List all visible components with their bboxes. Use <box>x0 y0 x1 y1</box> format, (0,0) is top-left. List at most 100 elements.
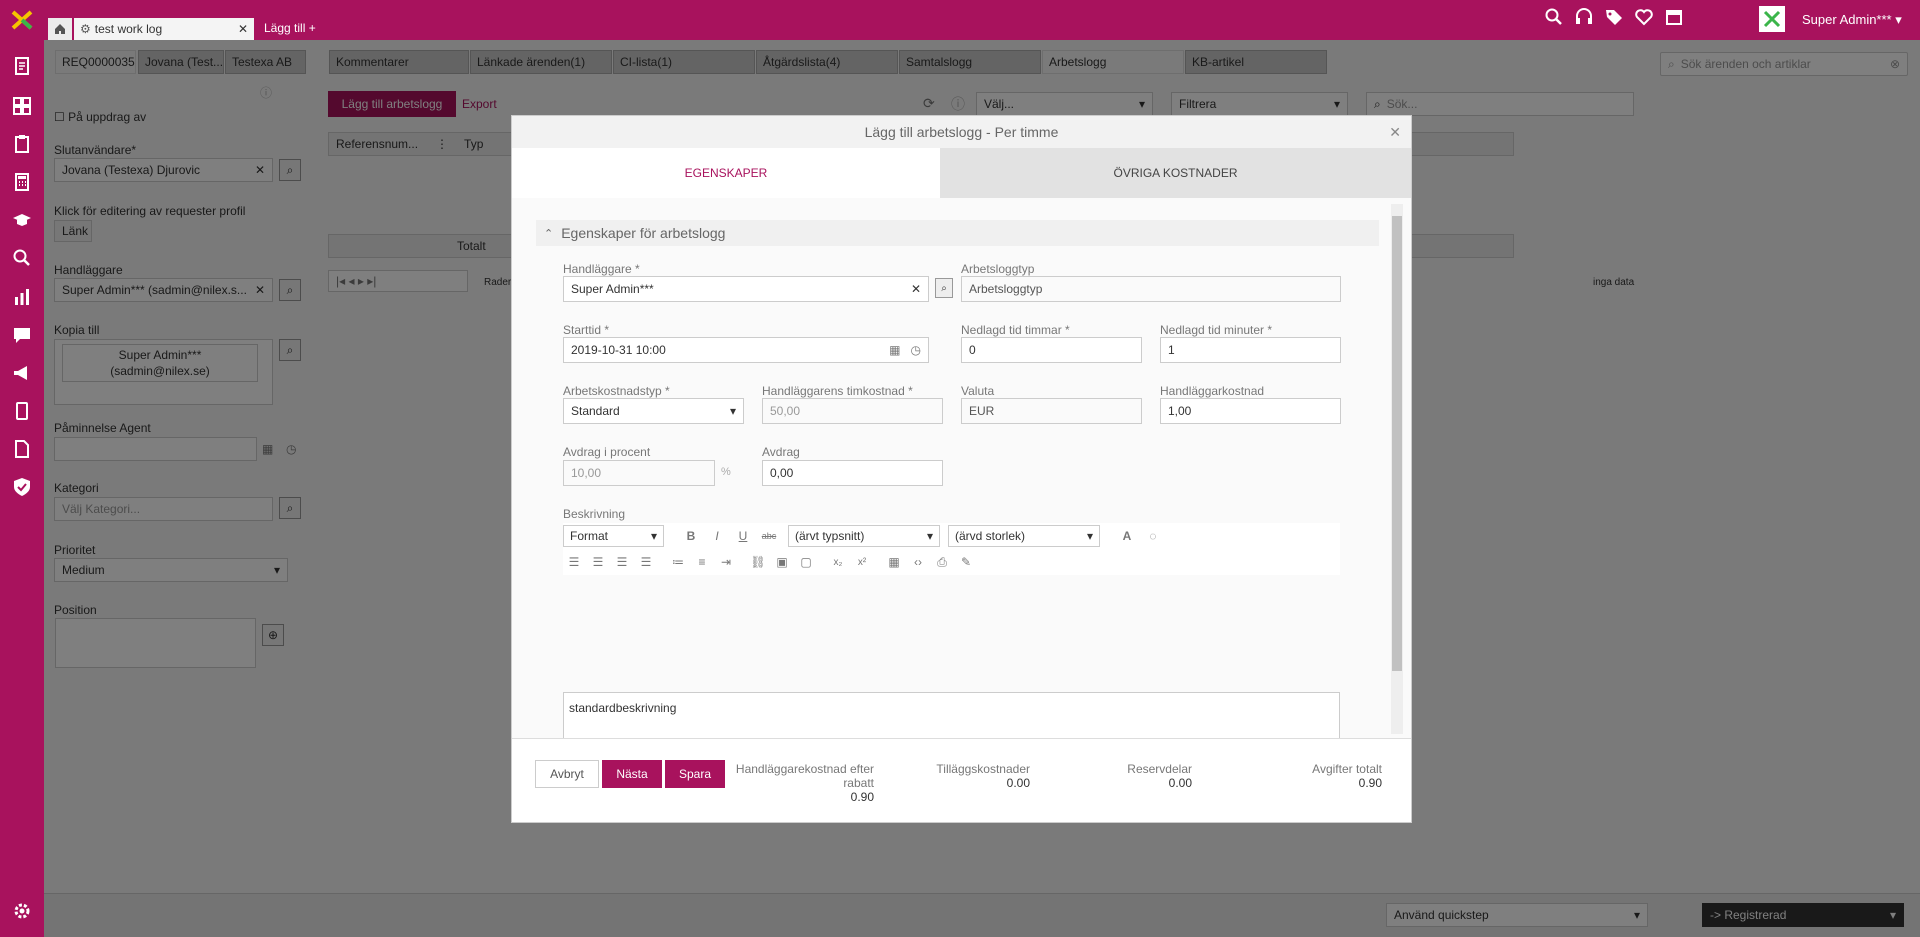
numbered-list-icon[interactable]: ≡ <box>691 551 713 573</box>
calendar-icon[interactable]: ▦ <box>889 343 900 357</box>
worklog-type-field[interactable]: Arbetsloggtyp <box>961 276 1341 302</box>
home-tab-icon[interactable] <box>48 18 72 40</box>
settings-gear-icon[interactable] <box>9 898 35 924</box>
tab-title: test work log <box>94 22 163 36</box>
close-icon[interactable]: ✕ <box>1389 124 1401 141</box>
add-tab-button[interactable]: Lägg till + <box>264 21 316 35</box>
tab-test-work-log[interactable]: ⚙ test work log ✕ <box>74 18 254 40</box>
megaphone-icon[interactable] <box>9 360 35 386</box>
dialog-footer: Avbryt Nästa Spara Handläggarekostnad ef… <box>512 738 1411 822</box>
settings-small-icon: ⚙ <box>80 22 91 36</box>
left-nav <box>0 40 44 937</box>
align-left-icon[interactable]: ☰ <box>563 551 585 573</box>
graduation-cap-icon[interactable] <box>9 207 35 233</box>
currency-field: EUR <box>961 398 1142 424</box>
search-icon[interactable] <box>1544 6 1564 28</box>
discount-percent-label: Avdrag i procent <box>563 445 651 459</box>
discount-label: Avdrag <box>762 445 800 459</box>
handler-field[interactable]: Super Admin*** ✕ <box>563 276 929 302</box>
link-icon[interactable]: ⛓ <box>747 551 769 573</box>
shield-check-icon[interactable] <box>9 474 35 500</box>
print-icon[interactable]: ⎙ <box>931 551 953 573</box>
format-select[interactable]: Format ▾ <box>563 525 664 547</box>
save-button[interactable]: Spara <box>665 760 725 788</box>
calculator-icon[interactable] <box>9 169 35 195</box>
dialog-body: ⌃ Egenskaper för arbetslogg Handläggare *… <box>512 198 1411 738</box>
superscript-icon[interactable]: x² <box>851 551 873 573</box>
code-icon[interactable]: ‹› <box>907 551 929 573</box>
size-select[interactable]: (ärvd storlek) ▾ <box>948 525 1100 547</box>
chevron-up-icon: ⌃ <box>544 227 554 240</box>
clear-icon[interactable]: ✕ <box>911 282 921 296</box>
tag-icon[interactable] <box>1604 6 1624 28</box>
subscript-icon[interactable]: x₂ <box>827 551 849 573</box>
discount-input[interactable]: 0,00 <box>762 460 943 486</box>
description-label: Beskrivning <box>563 507 626 521</box>
handler-cost-label: Handläggarkostnad <box>1160 384 1265 398</box>
scrollbar[interactable] <box>1391 204 1403 734</box>
table-icon[interactable]: ▦ <box>883 551 905 573</box>
text-color-icon[interactable]: A <box>1116 525 1138 547</box>
align-justify-icon[interactable]: ☰ <box>635 551 657 573</box>
font-select[interactable]: (ärvt typsnitt) ▾ <box>788 525 940 547</box>
handler-label: Handläggare * <box>563 262 640 276</box>
tab-properties[interactable]: EGENSKAPER <box>512 148 940 198</box>
file-icon[interactable] <box>9 436 35 462</box>
section-header[interactable]: ⌃ Egenskaper för arbetslogg <box>536 220 1379 246</box>
underline-icon[interactable]: U <box>732 525 754 547</box>
image-icon[interactable]: ▣ <box>771 551 793 573</box>
app-logo-icon[interactable] <box>8 8 36 32</box>
clock-icon[interactable]: ◷ <box>911 343 921 357</box>
background-color-icon[interactable]: ◌ <box>1142 525 1164 547</box>
hourly-cost-field: 50,00 <box>762 398 943 424</box>
add-worklog-dialog: Lägg till arbetslogg - Per timme ✕ EGENS… <box>511 115 1412 823</box>
discount-percent-field: 10,00 <box>563 460 715 486</box>
handler-cost-after-discount: Handläggarekostnad efter rabatt 0.90 <box>735 762 874 804</box>
chat-icon[interactable] <box>9 322 35 348</box>
avatar[interactable] <box>1759 6 1785 32</box>
minutes-input[interactable]: 1 <box>1160 337 1341 363</box>
document-icon[interactable] <box>9 53 35 79</box>
user-menu[interactable]: Super Admin*** ▾ <box>1802 12 1902 28</box>
headset-icon[interactable] <box>1574 6 1594 28</box>
top-icon-bar <box>1544 6 1684 28</box>
bar-chart-icon[interactable] <box>9 284 35 310</box>
search-nav-icon[interactable] <box>9 245 35 271</box>
cost-type-select[interactable]: Standard ▾ <box>563 398 744 424</box>
percent-sign: % <box>721 466 731 478</box>
clipboard-icon[interactable] <box>9 131 35 157</box>
indent-icon[interactable]: ⇥ <box>715 551 737 573</box>
top-bar: ⚙ test work log ✕ Lägg till + Super Admi… <box>0 0 1920 40</box>
cost-type-label: Arbetskostnadstyp * <box>563 384 670 398</box>
hours-input[interactable]: 0 <box>961 337 1142 363</box>
heart-icon[interactable] <box>1634 6 1654 28</box>
dialog-title: Lägg till arbetslogg - Per timme <box>512 116 1411 148</box>
handler-cost-input[interactable]: 1,00 <box>1160 398 1341 424</box>
paste-icon[interactable]: ▢ <box>795 551 817 573</box>
currency-label: Valuta <box>961 384 995 398</box>
bullet-list-icon[interactable]: ≔ <box>667 551 689 573</box>
tab-other-costs[interactable]: ÖVRIGA KOSTNADER <box>940 148 1411 198</box>
dashboard-icon[interactable] <box>9 93 35 119</box>
minutes-label: Nedlagd tid minuter * <box>1160 323 1273 337</box>
spare-parts: Reservdelar 0.00 <box>1127 762 1192 790</box>
start-time-label: Starttid * <box>563 323 610 337</box>
italic-icon[interactable]: I <box>706 525 728 547</box>
worklog-type-label: Arbetsloggtyp <box>961 262 1035 276</box>
next-button[interactable]: Nästa <box>602 760 662 788</box>
tablet-icon[interactable] <box>9 398 35 424</box>
scrollbar-thumb[interactable] <box>1392 216 1402 671</box>
align-center-icon[interactable]: ☰ <box>587 551 609 573</box>
handler-search-button[interactable]: ⌕ <box>935 278 953 298</box>
cancel-button[interactable]: Avbryt <box>535 760 599 788</box>
close-tab-icon[interactable]: ✕ <box>238 22 248 36</box>
fees-total: Avgifter totalt 0.90 <box>1312 762 1382 790</box>
hourly-cost-label: Handläggarens timkostnad * <box>762 384 913 398</box>
start-time-field[interactable]: 2019-10-31 10:00 ▦ ◷ <box>563 337 929 363</box>
description-editor[interactable]: standardbeskrivning <box>563 692 1340 738</box>
calendar-icon[interactable] <box>1664 6 1684 28</box>
strikethrough-icon[interactable]: abc <box>758 525 780 547</box>
clear-format-icon[interactable]: ✎ <box>955 551 977 573</box>
align-right-icon[interactable]: ☰ <box>611 551 633 573</box>
bold-icon[interactable]: B <box>680 525 702 547</box>
